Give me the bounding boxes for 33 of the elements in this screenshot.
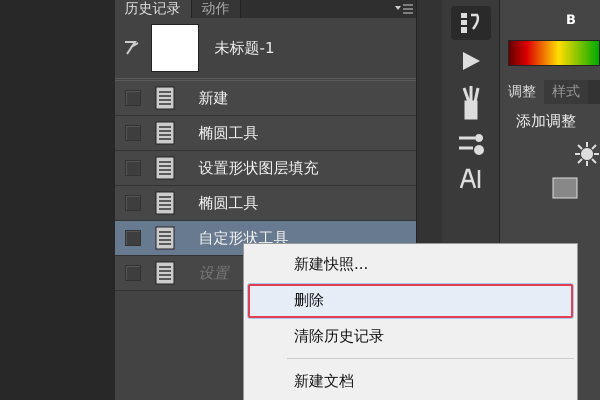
- document-icon: [154, 86, 175, 110]
- color-spectrum[interactable]: [508, 40, 600, 66]
- panel-tab[interactable]: 样式: [544, 80, 588, 104]
- menu-item[interactable]: 清除历史记录: [247, 318, 574, 354]
- channel-label: B: [566, 12, 576, 28]
- document-icon: [154, 226, 175, 250]
- document-icon: [154, 261, 175, 285]
- checkbox[interactable]: [124, 90, 141, 106]
- snapshot-label: 未标题-1: [214, 38, 275, 58]
- character-icon[interactable]: [458, 168, 483, 190]
- document-icon: [154, 191, 175, 215]
- brush-icon: [122, 39, 141, 57]
- checkbox[interactable]: [124, 230, 141, 246]
- history-state[interactable]: 椭圆工具: [114, 116, 416, 151]
- brush-settings-icon[interactable]: [456, 132, 485, 158]
- history-state[interactable]: 新建: [114, 81, 416, 116]
- menu-item[interactable]: 新建文档: [247, 363, 574, 399]
- history-state[interactable]: 椭圆工具: [114, 186, 416, 221]
- panel-tab[interactable]: 历史记录: [114, 0, 192, 18]
- panel-tab[interactable]: 调整: [500, 80, 544, 104]
- checkbox[interactable]: [124, 195, 141, 211]
- snapshot-thumbnail: [150, 24, 199, 72]
- panel-tab[interactable]: 动作: [192, 0, 241, 18]
- history-tool-button[interactable]: [450, 6, 491, 40]
- levels-icon[interactable]: [552, 177, 578, 199]
- brightness-icon[interactable]: [574, 141, 600, 167]
- document-icon: [154, 156, 175, 180]
- history-state[interactable]: 设置形状图层填充: [114, 151, 416, 186]
- panel-heading: 添加调整: [515, 111, 577, 131]
- checkbox[interactable]: [124, 125, 141, 141]
- menu-item[interactable]: 删除: [247, 282, 574, 318]
- checkbox[interactable]: [124, 160, 141, 176]
- document-icon: [154, 121, 175, 145]
